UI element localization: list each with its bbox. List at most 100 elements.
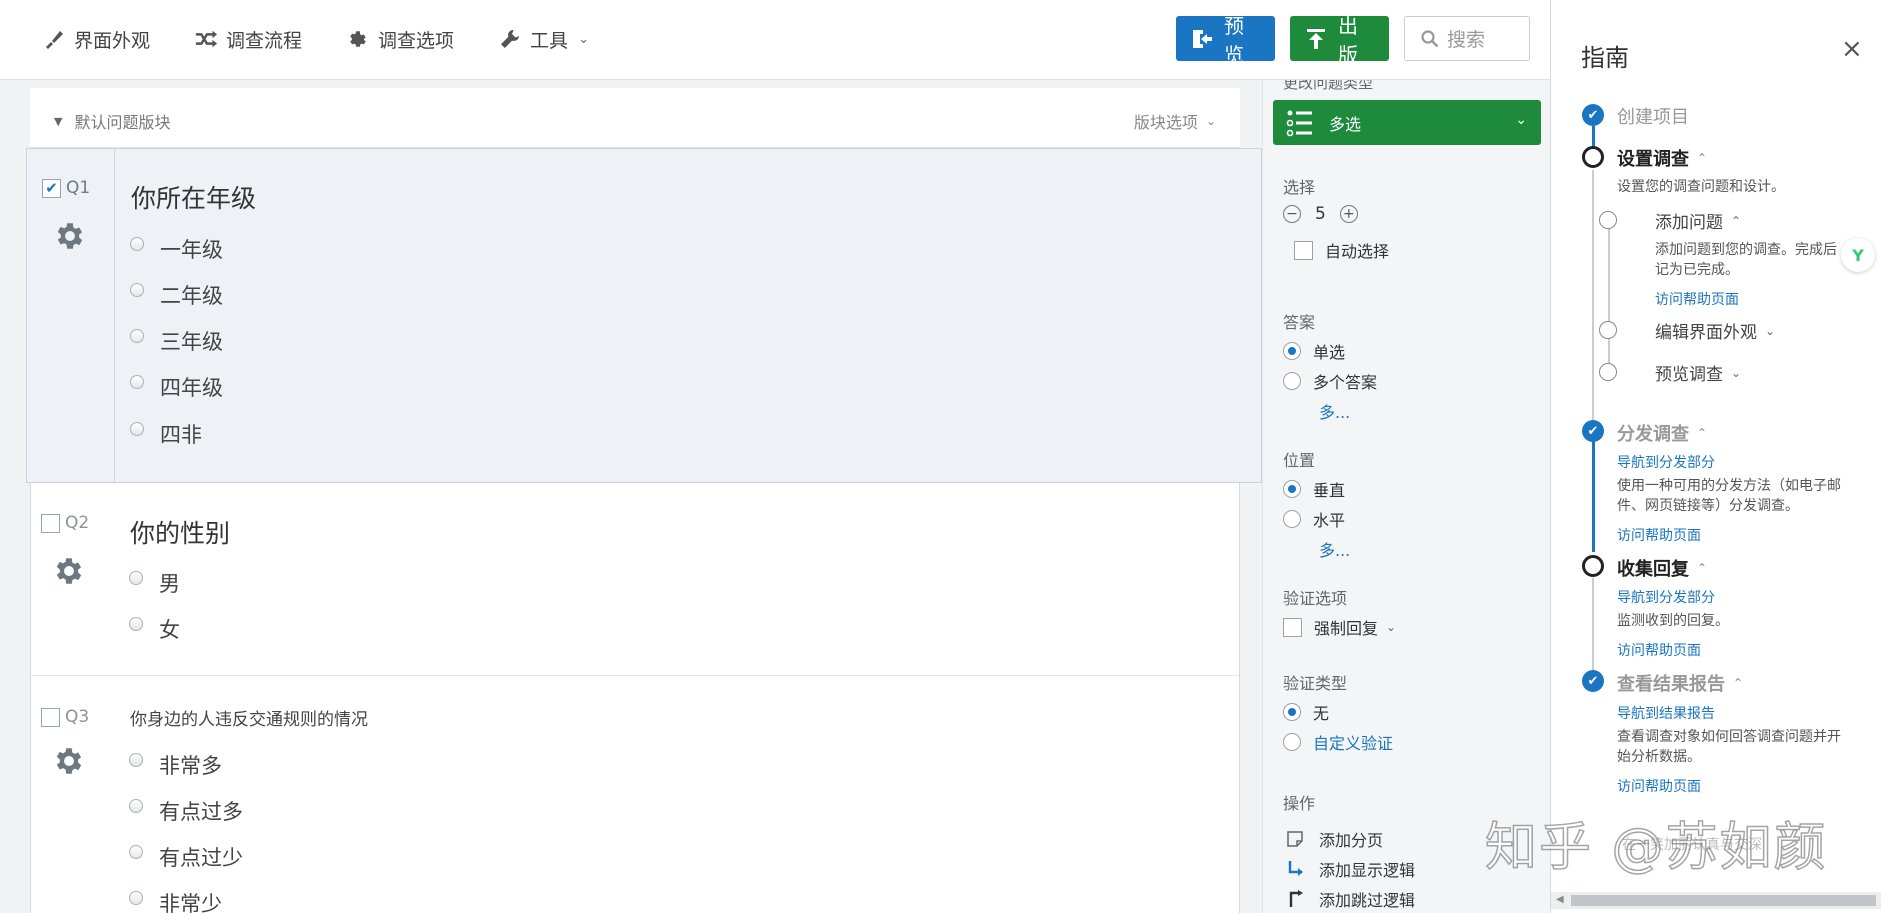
choice-item[interactable]: 三年级 xyxy=(130,326,223,356)
position-horizontal-radio[interactable]: 水平 xyxy=(1283,507,1345,531)
validation-none-radio[interactable]: 无 xyxy=(1283,700,1329,724)
step-distribute-desc-2: 件、网页链接等）分发调查。 xyxy=(1617,498,1799,514)
radio-icon xyxy=(129,571,143,585)
choice-label: 二年级 xyxy=(160,284,223,308)
chevron-up-icon: ⌃ xyxy=(1697,561,1708,575)
answer-single-radio[interactable]: 单选 xyxy=(1283,339,1345,363)
question-text[interactable]: 你的性别 xyxy=(130,514,230,550)
checkbox-icon xyxy=(1283,617,1302,637)
gear-icon[interactable] xyxy=(53,219,87,253)
radio-icon xyxy=(130,237,144,251)
question-select-checkbox[interactable]: ✔ xyxy=(42,179,61,198)
step-collect[interactable]: 收集回复 ⌃ xyxy=(1617,555,1707,581)
block-options-button[interactable]: 版块选项 ⌄ xyxy=(1134,109,1216,133)
help-page-link[interactable]: 访问帮助页面 xyxy=(1617,525,1701,545)
question-select-checkbox[interactable] xyxy=(41,514,60,533)
block-options-label: 版块选项 xyxy=(1133,113,1198,132)
nav-distribute-link[interactable]: 导航到分发部分 xyxy=(1617,452,1715,472)
minus-icon[interactable]: − xyxy=(1283,205,1301,223)
choice-item[interactable]: 有点过少 xyxy=(129,842,243,872)
search-input[interactable]: 搜索 xyxy=(1404,16,1530,61)
choice-item[interactable]: 二年级 xyxy=(130,280,223,310)
guide-panel: 指南 × ✔ 创建项目 设置调查 ⌃ 设置您的调查问题和设计。 添加问题 ⌃ 添加问… xyxy=(1550,0,1881,913)
question-q3[interactable]: Q3 你身边的人违反交通规则的情况 非常多 有点过多 有点过少 非常少 xyxy=(31,677,1239,913)
validation-custom-radio[interactable]: 自定义验证 xyxy=(1283,730,1393,754)
choice-label: 有点过少 xyxy=(159,846,243,870)
question-q1[interactable]: ✔ Q1 你所在年级 一年级 二年级 三年级 四年级 四非 xyxy=(26,148,1262,483)
answer-multiple-radio[interactable]: 多个答案 xyxy=(1283,369,1377,393)
step-report[interactable]: 查看结果报告 ⌃ xyxy=(1617,670,1743,696)
plus-icon[interactable]: + xyxy=(1339,205,1358,223)
choices-section-label: 选择 xyxy=(1283,178,1316,197)
choice-label: 非常少 xyxy=(159,892,222,913)
nav-report-link[interactable]: 导航到结果报告 xyxy=(1617,703,1715,723)
help-page-link[interactable]: 访问帮助页面 xyxy=(1655,289,1739,309)
choice-item[interactable]: 有点过多 xyxy=(129,796,243,826)
choice-item[interactable]: 非常少 xyxy=(129,888,222,913)
block-title: 默认问题版块 xyxy=(74,113,171,132)
timeline-line xyxy=(1592,432,1595,552)
assistant-badge-icon[interactable]: Y xyxy=(1841,238,1875,272)
question-text[interactable]: 你身边的人违反交通规则的情况 xyxy=(130,705,368,730)
add-display-logic-action[interactable]: 添加显示逻辑 xyxy=(1285,857,1415,881)
help-page-link[interactable]: 访问帮助页面 xyxy=(1617,776,1701,796)
help-page-link[interactable]: 访问帮助页面 xyxy=(1617,640,1701,660)
question-q2[interactable]: Q2 你的性别 男 女 xyxy=(31,484,1239,676)
nav-survey-options[interactable]: 调查选项 xyxy=(346,26,454,53)
wrench-icon xyxy=(498,27,522,51)
block-collapse-toggle[interactable]: ▼ 默认问题版块 xyxy=(54,109,170,133)
chevron-down-icon: ⌄ xyxy=(1765,323,1776,338)
nav-survey-flow[interactable]: 调查流程 xyxy=(194,26,302,53)
substep-preview[interactable]: 预览调查 ⌄ xyxy=(1655,360,1741,385)
choice-item[interactable]: 一年级 xyxy=(130,234,223,264)
choice-item[interactable]: 四非 xyxy=(130,419,202,449)
answers-more-link[interactable]: 多... xyxy=(1319,399,1350,423)
radio-icon xyxy=(129,891,143,905)
choice-item[interactable]: 四年级 xyxy=(130,372,223,402)
position-vertical-radio[interactable]: 垂直 xyxy=(1283,477,1345,501)
nav-survey-options-label: 调查选项 xyxy=(378,29,455,52)
question-type-dropdown[interactable]: 多选 ⌄ xyxy=(1273,100,1541,145)
scroll-left-icon[interactable]: ◀ xyxy=(1556,894,1564,905)
nav-distribute-link[interactable]: 导航到分发部分 xyxy=(1617,587,1715,607)
question-text[interactable]: 你所在年级 xyxy=(131,179,256,215)
nav-tools-label: 工具 xyxy=(530,29,569,52)
radio-icon xyxy=(1283,703,1301,721)
add-page-break-action[interactable]: 添加分页 xyxy=(1285,827,1383,851)
auto-choices-checkbox[interactable]: 自动选择 xyxy=(1294,238,1389,262)
scrollbar-thumb[interactable] xyxy=(1571,895,1876,906)
triangle-down-icon: ▼ xyxy=(54,114,63,128)
position-more-link[interactable]: 多... xyxy=(1319,537,1350,561)
publish-icon xyxy=(1304,26,1328,52)
preview-button[interactable]: 预览 xyxy=(1176,14,1275,67)
nav-tools[interactable]: 工具 ⌄ xyxy=(498,26,589,53)
force-response-checkbox[interactable]: 强制回复 ⌄ xyxy=(1283,615,1396,639)
step-create-project[interactable]: 创建项目 xyxy=(1617,103,1689,129)
guide-title: 指南 xyxy=(1581,44,1629,72)
step-setup-survey[interactable]: 设置调查 ⌃ xyxy=(1617,145,1707,171)
step-distribute[interactable]: 分发调查 ⌃ xyxy=(1617,420,1707,446)
choice-item[interactable]: 女 xyxy=(129,614,180,644)
validation-none-label: 无 xyxy=(1313,704,1330,723)
radio-icon xyxy=(1283,480,1301,498)
substep-edit-look[interactable]: 编辑界面外观 ⌄ xyxy=(1655,318,1775,343)
horizontal-scrollbar[interactable]: ◀ xyxy=(1551,892,1881,909)
choice-item[interactable]: 非常多 xyxy=(129,750,222,780)
question-select-checkbox[interactable] xyxy=(41,708,60,727)
timeline-line xyxy=(1592,578,1594,673)
radio-icon xyxy=(1283,372,1301,390)
chevron-up-icon: ⌃ xyxy=(1697,426,1708,440)
position-vertical-label: 垂直 xyxy=(1313,481,1346,500)
gear-icon[interactable] xyxy=(52,744,86,778)
add-skip-logic-action[interactable]: 添加跳过逻辑 xyxy=(1285,887,1415,911)
substep-add-questions[interactable]: 添加问题 ⌃ xyxy=(1655,208,1741,233)
gear-icon[interactable] xyxy=(52,554,86,588)
choice-item[interactable]: 男 xyxy=(129,568,180,598)
publish-button[interactable]: 出版 xyxy=(1290,14,1389,67)
substep-ring xyxy=(1599,211,1617,229)
nav-look-and-feel[interactable]: 界面外观 xyxy=(42,26,150,53)
chevron-down-icon: ⌄ xyxy=(1515,112,1527,128)
step-collect-label: 收集回复 xyxy=(1617,559,1689,580)
close-icon[interactable]: × xyxy=(1841,34,1863,64)
radio-icon xyxy=(130,283,144,297)
